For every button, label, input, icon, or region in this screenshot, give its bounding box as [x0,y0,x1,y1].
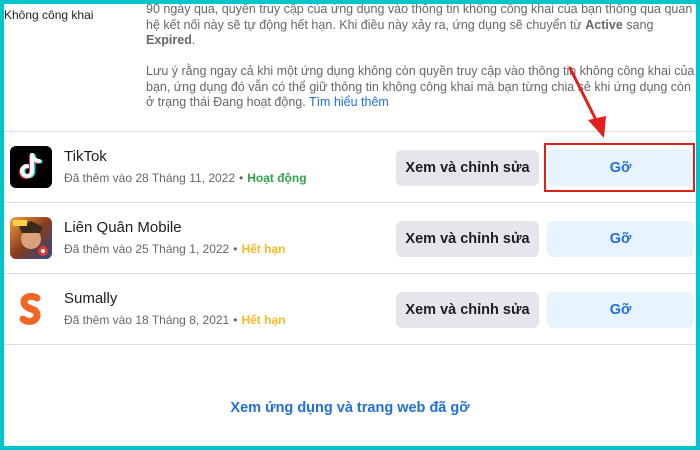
section-label: Không công khai [4,8,94,22]
annotation-arrow-icon [568,66,606,138]
status-badge: Hoạt động [247,171,307,185]
app-meta: Đã thêm vào 18 Tháng 8, 2021 • Hết hạn [64,313,285,327]
description-text: sang [622,17,654,32]
status-badge: Hết hạn [241,242,286,256]
sumally-icon [10,288,52,330]
tiktok-icon [10,146,52,188]
remove-button[interactable]: Gỡ [547,221,694,257]
remove-button[interactable]: Gỡ [547,292,694,328]
separator-dot: • [239,171,244,185]
lien-quan-icon [10,217,52,259]
added-date: Đã thêm vào 28 Tháng 11, 2022 [64,171,236,185]
separator-dot: • [233,313,238,327]
view-edit-button[interactable]: Xem và chỉnh sửa [396,221,539,257]
added-date: Đã thêm vào 18 Tháng 8, 2021 [64,313,230,327]
app-name: Sumally [64,290,118,307]
app-row-lien-quan: Liên Quân Mobile Đã thêm vào 25 Tháng 1,… [4,203,696,273]
app-row-sumally: Sumally Đã thêm vào 18 Tháng 8, 2021 • Hết… [4,274,696,344]
active-word: Active [585,17,623,32]
app-meta: Đã thêm vào 25 Tháng 1, 2022 • Hết hạn [64,242,285,256]
app-meta: Đã thêm vào 28 Tháng 11, 2022 • Hoạt động [64,171,307,185]
expiry-description: 90 ngày qua, quyền truy cập của ứng dụng… [146,2,698,49]
divider [4,344,696,345]
status-badge: Hết hạn [241,313,286,327]
description-text: . [191,33,196,47]
view-edit-button[interactable]: Xem và chỉnh sửa [396,150,539,186]
learn-more-link[interactable]: Tìm hiểu thêm [309,95,389,109]
added-date: Đã thêm vào 25 Tháng 1, 2022 [64,242,230,256]
view-removed-apps-link[interactable]: Xem ứng dụng và trang web đã gỡ [0,400,700,416]
app-name: Liên Quân Mobile [64,219,182,236]
expired-word: Expired [146,33,192,47]
annotation-highlight-box [544,143,695,192]
app-name: TikTok [64,148,107,165]
view-edit-button[interactable]: Xem và chỉnh sửa [396,292,539,328]
separator-dot: • [233,242,238,256]
